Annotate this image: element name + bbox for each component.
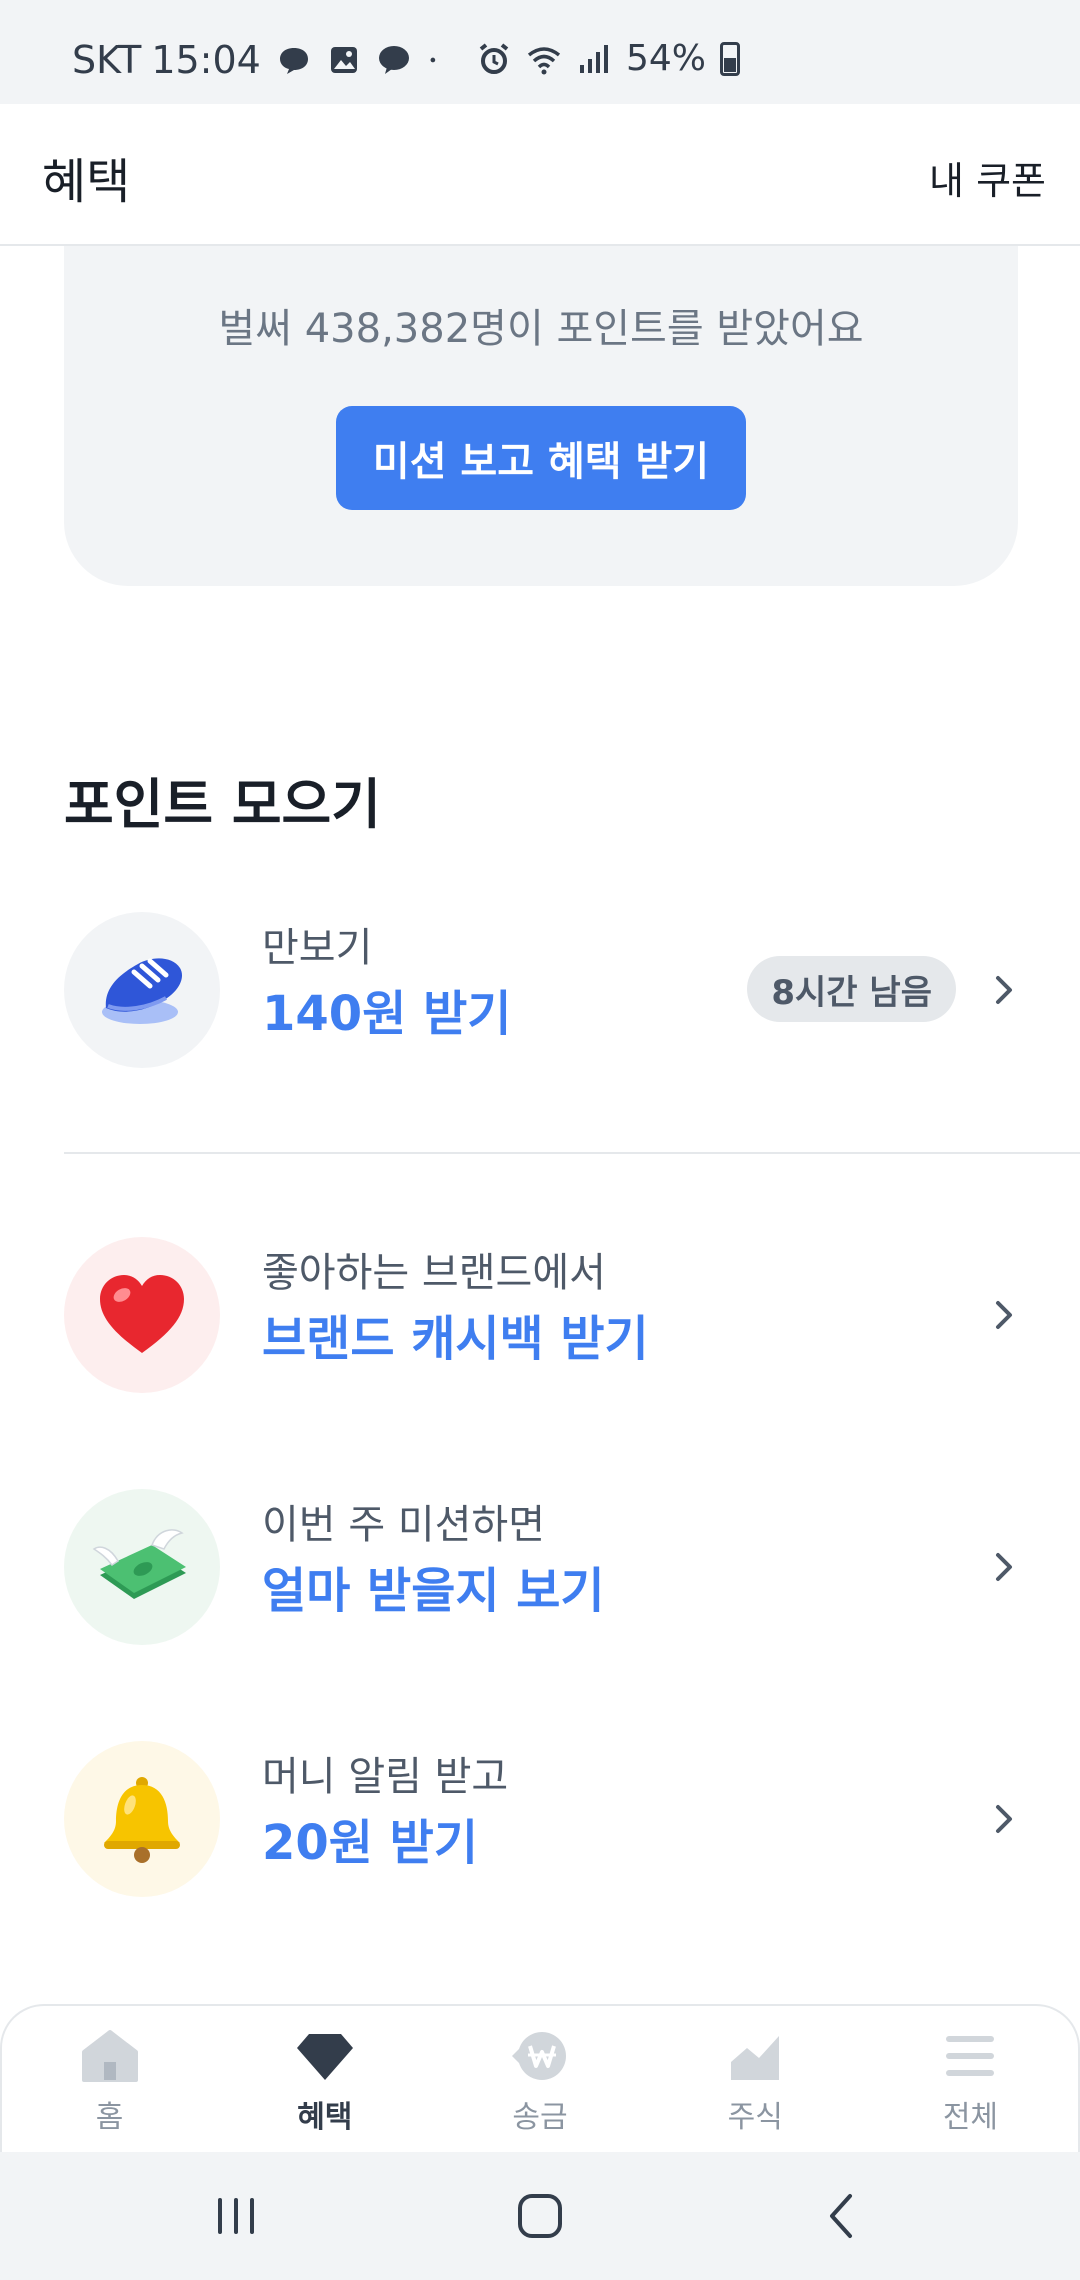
gallery-icon: [330, 47, 357, 73]
home-icon: [81, 2030, 138, 2082]
reward-texts: 이번 주 미션하면 얼마 받을지 보기: [262, 1497, 605, 1629]
mission-card-subtitle: 벌써 438,382명이 포인트를 받았어요: [218, 306, 864, 352]
reward-texts: 만보기 140원 받기: [262, 920, 511, 1052]
nav-label: 전체: [942, 2100, 999, 2135]
list-item-brand-cashback[interactable]: 좋아하는 브랜드에서 브랜드 캐시백 받기: [0, 1215, 1080, 1415]
reward-icon-bg: [64, 1489, 220, 1645]
nav-label: 주식: [727, 2100, 783, 2135]
list-item-pedometer[interactable]: 만보기 140원 받기 8시간 남음: [0, 890, 1080, 1090]
signal-icon: [579, 44, 608, 73]
bottom-nav: 홈 혜택 송금 주식 전체: [0, 2004, 1080, 2152]
chevron-right-icon: [996, 1301, 1012, 1329]
home-button-icon[interactable]: [510, 2186, 570, 2246]
section-title: 포인트 모으기: [64, 773, 381, 836]
nav-benefits[interactable]: 혜택: [217, 2006, 432, 2152]
status-bar-right: 54%: [476, 38, 740, 79]
carrier-label: SKT: [72, 38, 142, 82]
menu-icon: [946, 2036, 995, 2076]
reward-subtitle: 이번 주 미션하면: [262, 1502, 546, 1548]
time-remaining-badge: 8시간 남음: [747, 956, 956, 1022]
recent-apps-icon[interactable]: [206, 2186, 266, 2246]
nav-stocks[interactable]: 주식: [648, 2006, 863, 2152]
nav-label: 홈: [95, 2100, 124, 2135]
reward-title: 얼마 받을지 보기: [262, 1563, 605, 1619]
reward-title: 브랜드 캐시백 받기: [262, 1311, 649, 1367]
reward-title: 140원 받기: [262, 986, 512, 1042]
nav-home[interactable]: 홈: [2, 2006, 217, 2152]
chevron-right-icon: [996, 976, 1012, 1004]
kakaotalk-icon: [378, 46, 409, 74]
divider: [64, 1152, 1080, 1154]
my-coupon-link[interactable]: 내 쿠폰: [929, 150, 1046, 205]
nav-all[interactable]: 전체: [863, 2006, 1078, 2152]
reward-icon-bg: [64, 1237, 220, 1393]
reward-subtitle: 좋아하는 브랜드에서: [262, 1250, 606, 1296]
nav-transfer[interactable]: 송금: [432, 2006, 647, 2152]
app-header: 혜택 내 쿠폰: [0, 104, 1080, 246]
reward-icon-bg: [64, 912, 220, 1068]
reward-subtitle: 머니 알림 받고: [262, 1754, 509, 1800]
won-transfer-icon: [512, 2032, 566, 2080]
status-bar: SKT 15:04 54%: [0, 0, 1080, 104]
heart-icon: [100, 1275, 184, 1353]
message-icon: [279, 48, 308, 74]
clock-time: 15:04: [151, 38, 261, 82]
battery-icon: [720, 41, 740, 76]
stock-chart-icon: [731, 2036, 780, 2080]
system-nav-bar: [0, 2152, 1080, 2280]
winged-money-icon: [92, 1529, 186, 1599]
sneaker-icon: [102, 958, 183, 1024]
list-item-weekly-mission[interactable]: 이번 주 미션하면 얼마 받을지 보기: [0, 1467, 1080, 1667]
reward-texts: 머니 알림 받고 20원 받기: [262, 1749, 508, 1881]
wifi-icon: [527, 46, 561, 74]
chevron-right-icon: [996, 1805, 1012, 1833]
reward-subtitle: 만보기: [262, 925, 373, 971]
back-icon[interactable]: [812, 2186, 872, 2246]
diamond-icon: [296, 2034, 353, 2080]
mission-benefit-button[interactable]: 미션 보고 혜택 받기: [336, 406, 746, 510]
reward-title: 20원 받기: [262, 1815, 478, 1871]
bell-icon: [104, 1777, 180, 1863]
reward-texts: 좋아하는 브랜드에서 브랜드 캐시백 받기: [262, 1245, 649, 1377]
list-item-money-notification[interactable]: 머니 알림 받고 20원 받기: [0, 1719, 1080, 1919]
reward-icon-bg: [64, 1741, 220, 1897]
battery-percent: 54%: [625, 38, 706, 79]
status-bar-left: SKT 15:04: [72, 38, 447, 82]
page-title: 혜택: [42, 154, 131, 210]
alarm-icon: [479, 42, 509, 74]
nav-label: 혜택: [297, 2100, 353, 2135]
dot-icon: [430, 57, 436, 63]
chevron-right-icon: [996, 1553, 1012, 1581]
nav-label: 송금: [512, 2100, 568, 2135]
